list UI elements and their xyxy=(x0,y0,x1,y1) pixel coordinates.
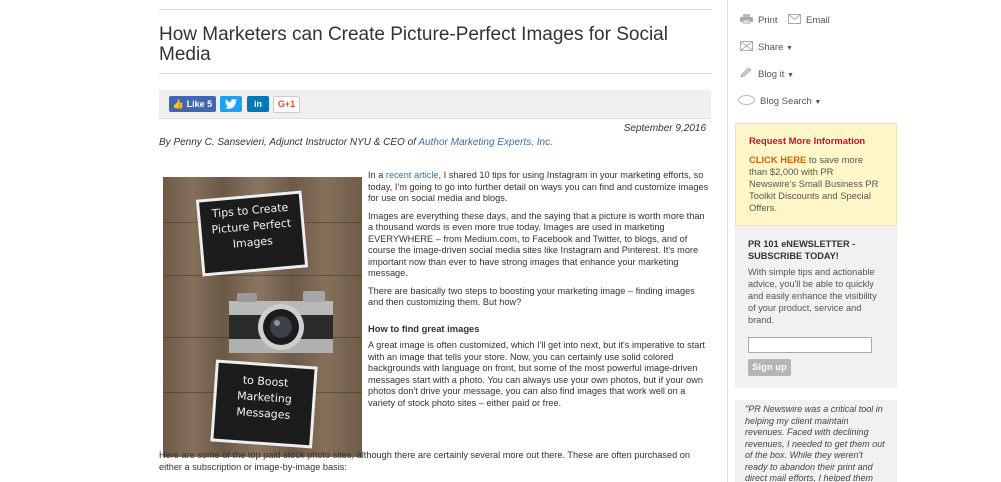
printer-icon xyxy=(740,14,753,24)
newsletter-text: With simple tips and actionable advice, … xyxy=(748,267,877,325)
article-body: In a recent article, I shared 10 tips fo… xyxy=(368,170,711,415)
article-image: Tips to Create Picture Perfect Images to… xyxy=(163,177,362,457)
request-info-title: Request More Information xyxy=(749,135,866,146)
testimonial-quote: "PR Newswire was a critical tool in help… xyxy=(735,400,897,482)
section-heading: How to find great images xyxy=(368,322,480,334)
newsletter-box: PR 101 eNEWSLETTER - SUBSCRIBE TODAY! Wi… xyxy=(735,226,897,388)
email-label: Email xyxy=(806,15,830,26)
paragraph: There are basically two steps to boostin… xyxy=(368,285,695,308)
linkedin-share-button[interactable]: in xyxy=(247,96,269,112)
facebook-like-button[interactable]: 👍 Like 5 xyxy=(169,96,216,112)
request-info-text: CLICK HERE to save more than $2,000 with… xyxy=(749,154,883,214)
share-dropdown[interactable]: Share ▼ xyxy=(740,41,793,55)
google-plus-icon: G+1 xyxy=(277,99,296,109)
envelope-icon xyxy=(788,14,801,24)
sidebar-divider xyxy=(727,0,728,482)
share-bar: 👍 Like 5 in G+1 xyxy=(159,90,711,119)
sign-up-button[interactable]: Sign up xyxy=(748,359,791,376)
author-company-link[interactable]: Author Marketing Experts, Inc. xyxy=(418,137,553,148)
email-button[interactable]: Email xyxy=(788,14,830,28)
request-info-box: Request More Information CLICK HERE to s… xyxy=(735,123,897,226)
byline-text: By Penny C. Sansevieri, Adjunct Instruct… xyxy=(159,137,419,148)
blog-it-dropdown[interactable]: Blog it ▼ xyxy=(740,68,794,82)
newsletter-email-input[interactable] xyxy=(748,337,872,353)
twitter-share-button[interactable] xyxy=(220,96,242,112)
paragraph: Here are some of the top paid stock phot… xyxy=(159,450,690,472)
chevron-down-icon: ▼ xyxy=(814,99,822,106)
google-plus-button[interactable]: G+1 xyxy=(273,96,300,113)
paragraph: Images are everything these days, and th… xyxy=(368,210,705,279)
speech-bubble-icon xyxy=(738,95,755,105)
twitter-icon xyxy=(225,98,237,109)
article-date: September 9,2016 xyxy=(623,123,706,134)
share-envelope-icon xyxy=(740,41,753,51)
title-bottom-rule xyxy=(159,73,711,74)
recent-article-link[interactable]: recent article xyxy=(386,170,439,180)
print-label: Print xyxy=(758,15,778,26)
image-top-slate: Tips to Create Picture Perfect Images xyxy=(195,190,309,277)
image-bottom-slate: to Boost Marketing Messages xyxy=(210,359,318,449)
facebook-like-label: Like 5 xyxy=(186,99,213,109)
paragraph: A great image is often customized, which… xyxy=(368,340,705,408)
blog-search-dropdown[interactable]: Blog Search ▼ xyxy=(738,95,821,109)
thumbs-up-icon: 👍 xyxy=(172,99,185,109)
chevron-down-icon: ▼ xyxy=(786,45,793,52)
paragraph-text: In a xyxy=(368,170,386,180)
article-column: How Marketers can Create Picture-Perfect… xyxy=(159,0,711,472)
newsletter-title: PR 101 eNEWSLETTER - SUBSCRIBE TODAY! xyxy=(748,239,856,261)
paragraph: In a recent article, I shared 10 tips fo… xyxy=(368,170,711,205)
article-byline: By Penny C. Sansevieri, Adjunct Instruct… xyxy=(159,137,553,148)
click-here-link[interactable]: CLICK HERE xyxy=(749,154,806,165)
camera-icon xyxy=(229,291,333,353)
linkedin-icon: in xyxy=(254,99,262,109)
article-title: How Marketers can Create Picture-Perfect… xyxy=(159,24,668,65)
blog-search-label: Blog Search xyxy=(760,96,812,107)
share-label: Share xyxy=(758,42,784,53)
print-button[interactable]: Print xyxy=(740,14,778,28)
pencil-icon xyxy=(740,68,752,78)
chevron-down-icon: ▼ xyxy=(787,72,794,79)
blog-it-label: Blog it xyxy=(758,69,785,80)
